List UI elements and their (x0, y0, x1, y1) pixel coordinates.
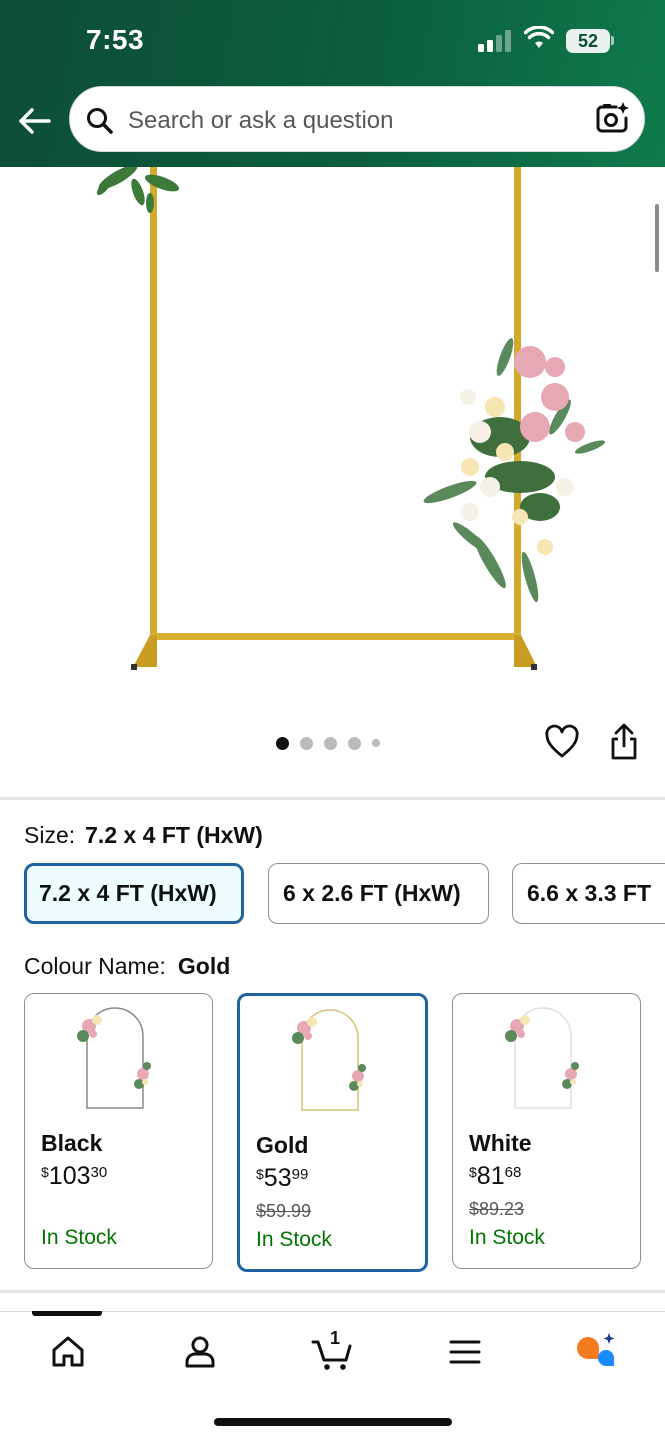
app-header: 7:53 52 Search or ask a question (0, 0, 665, 167)
size-selected-value: 7.2 x 4 FT (HxW) (85, 822, 263, 848)
product-image-gallery[interactable] (0, 164, 665, 797)
product-thumbnail (77, 1007, 151, 1109)
colour-option-black[interactable]: Black $10330 In Stock (24, 993, 213, 1269)
menu-icon (449, 1340, 481, 1364)
back-button[interactable] (14, 104, 54, 138)
product-thumbnail (505, 1007, 579, 1109)
nav-home[interactable] (46, 1330, 90, 1374)
wifi-icon (524, 26, 554, 48)
image-pager[interactable] (276, 736, 380, 750)
pager-dot[interactable] (348, 736, 361, 750)
size-option-7-2x4[interactable]: 7.2 x 4 FT (HxW) (24, 863, 244, 924)
price: $5399 (256, 1164, 309, 1192)
colour-label: Colour Name: (24, 953, 166, 979)
nav-rufus[interactable] (574, 1330, 618, 1374)
stock-status: In Stock (256, 1228, 332, 1251)
section-divider (0, 797, 665, 800)
pager-dot[interactable] (276, 736, 289, 750)
nav-menu[interactable] (443, 1330, 487, 1374)
pager-dot[interactable] (300, 736, 313, 750)
section-divider (0, 1290, 665, 1293)
page-scroll-indicator (655, 204, 659, 272)
arrow-left-icon (19, 108, 51, 134)
camera-search-icon[interactable] (594, 101, 630, 137)
colour-selected-value: Gold (177, 953, 231, 979)
stock-status: In Stock (469, 1226, 545, 1249)
product-thumbnail (292, 1009, 366, 1111)
colour-name: White (469, 1130, 532, 1156)
pager-dot[interactable] (372, 739, 380, 747)
battery-indicator: 52 (566, 29, 610, 53)
size-option-label: 6.6 x 3.3 FT (527, 880, 652, 906)
size-heading: Size: 7.2 x 4 FT (HxW) (24, 822, 263, 849)
active-tab-indicator (32, 1311, 102, 1316)
price: $10330 (41, 1162, 108, 1190)
nav-account[interactable] (178, 1330, 222, 1374)
list-price: $89.23 (469, 1199, 525, 1219)
price: $8168 (469, 1162, 522, 1190)
product-image (96, 164, 606, 670)
home-indicator (214, 1418, 452, 1426)
cart-count-badge: 1 (330, 1328, 341, 1348)
colour-name: Gold (256, 1132, 309, 1158)
search-input[interactable]: Search or ask a question (128, 107, 394, 135)
pager-dot[interactable] (324, 736, 337, 750)
search-icon (87, 108, 113, 134)
colour-heading: Colour Name: Gold (24, 953, 230, 980)
search-bar[interactable]: Search or ask a question (69, 86, 645, 152)
size-option-label: 7.2 x 4 FT (HxW) (39, 880, 217, 906)
heart-icon (545, 724, 579, 758)
size-option-6-6x3-3[interactable]: 6.6 x 3.3 FT (512, 863, 665, 924)
stock-status: In Stock (41, 1226, 117, 1249)
share-button[interactable] (608, 722, 640, 762)
size-option-label: 6 x 2.6 FT (HxW) (283, 880, 461, 906)
share-icon (611, 723, 637, 760)
wishlist-button[interactable] (544, 724, 580, 760)
size-label: Size: (24, 822, 76, 848)
colour-option-white[interactable]: White $8168 $89.23 In Stock (452, 993, 641, 1269)
size-option-6x2-6[interactable]: 6 x 2.6 FT (HxW) (268, 863, 489, 924)
colour-name: Black (41, 1130, 103, 1156)
cellular-signal-icon (478, 30, 514, 52)
status-time: 7:53 (86, 24, 145, 55)
home-icon (52, 1336, 84, 1367)
colour-option-gold[interactable]: Gold $5399 $59.99 In Stock (237, 993, 428, 1272)
battery-tip (611, 36, 614, 45)
list-price: $59.99 (256, 1201, 312, 1221)
rufus-assistant-icon (577, 1333, 615, 1366)
account-icon (185, 1336, 215, 1368)
